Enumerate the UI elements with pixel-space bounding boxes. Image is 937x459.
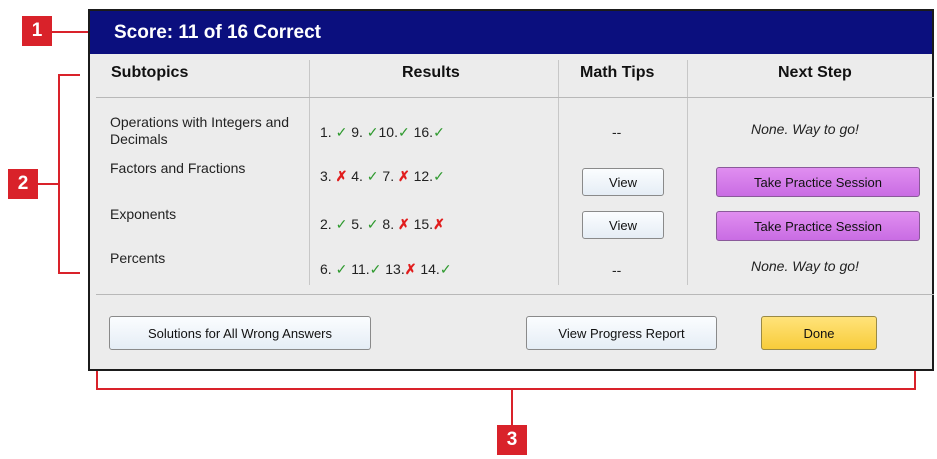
results-row: 3. ✗ 4. ✓ 7. ✗ 12.✓ [320,168,445,184]
solutions-wrong-answers-button[interactable]: Solutions for All Wrong Answers [109,316,371,350]
correct-check-icon: ✓ [366,216,379,232]
correct-check-icon: ✓ [366,124,379,140]
take-practice-session-button[interactable]: Take Practice Session [716,167,920,197]
callout-badge-3: 3 [497,425,527,455]
view-tip-button[interactable]: View [582,168,664,196]
callout-bracket-2-vertical [58,74,60,274]
correct-check-icon: ✓ [335,124,348,140]
column-divider [687,60,688,285]
header-next-step: Next Step [778,64,852,81]
results-row: 2. ✓ 5. ✓ 8. ✗ 15.✗ [320,216,445,232]
results-row: 1. ✓ 9. ✓10.✓ 16.✓ [320,124,445,140]
wrong-x-icon: ✗ [404,261,417,277]
take-practice-session-button[interactable]: Take Practice Session [716,211,920,241]
wrong-x-icon: ✗ [433,216,445,232]
correct-check-icon: ✓ [439,261,452,277]
correct-check-icon: ✓ [335,261,348,277]
done-button[interactable]: Done [761,316,877,350]
footer-divider [96,294,934,295]
correct-check-icon: ✓ [433,124,445,140]
callout-line-1 [52,31,88,33]
math-tip-none: -- [612,124,622,140]
callout-badge-2: 2 [8,169,38,199]
score-title: Score: 11 of 16 Correct [114,21,321,43]
results-row: 6. ✓ 11.✓ 13.✗ 14.✓ [320,261,452,277]
callout-bracket-3-stem [511,388,513,426]
view-progress-report-button[interactable]: View Progress Report [526,316,717,350]
correct-check-icon: ✓ [369,261,382,277]
wrong-x-icon: ✗ [397,168,410,184]
next-step-text: None. Way to go! [751,258,859,274]
score-titlebar: Score: 11 of 16 Correct [90,11,932,54]
correct-check-icon: ✓ [433,168,445,184]
callout-badge-1: 1 [22,16,52,46]
correct-check-icon: ✓ [335,216,348,232]
header-math-tips: Math Tips [580,64,655,81]
next-step-text: None. Way to go! [751,121,859,137]
math-tip-none: -- [612,262,622,278]
column-divider [558,60,559,285]
header-subtopics: Subtopics [111,64,189,81]
wrong-x-icon: ✗ [335,168,348,184]
callout-bracket-2-stem [38,183,60,185]
callout-bracket-2-top [58,74,80,76]
column-divider [309,60,310,285]
correct-check-icon: ✓ [397,124,410,140]
callout-bracket-3-bottom [96,388,916,390]
subtopic-label: Exponents [110,206,177,222]
subtopic-label: Factors and Fractions [110,160,246,176]
header-divider [96,97,934,98]
callout-bracket-2-bottom [58,272,80,274]
header-results: Results [402,64,460,81]
correct-check-icon: ✓ [366,168,379,184]
subtopic-label: Percents [110,250,166,266]
wrong-x-icon: ✗ [397,216,410,232]
view-tip-button[interactable]: View [582,211,664,239]
subtopic-label: Operations with Integers and Decimals [110,114,289,147]
